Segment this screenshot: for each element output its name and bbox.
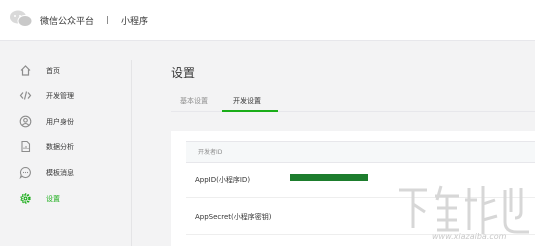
sidebar-divider xyxy=(131,60,132,246)
section-header-label: 开发者ID xyxy=(198,149,223,156)
sidebar-item-settings[interactable]: 设置 xyxy=(0,189,131,209)
watermark-url: www.xiazaiba.com xyxy=(432,232,507,241)
sidebar-item-user-identity[interactable]: 用户身份 xyxy=(0,112,131,132)
sidebar-item-dev-manage[interactable]: 开发管理 xyxy=(0,86,131,106)
appid-value-redacted xyxy=(290,174,368,181)
code-icon xyxy=(19,91,32,100)
chart-file-icon xyxy=(21,140,31,153)
sidebar-item-label: 数据分析 xyxy=(46,143,74,151)
sidebar-item-label: 设置 xyxy=(46,195,60,203)
user-icon xyxy=(19,115,32,128)
sidebar-item-data-analysis[interactable]: 数据分析 xyxy=(0,137,131,157)
sidebar-item-label: 模板消息 xyxy=(46,169,74,177)
sidebar-item-template-message[interactable]: 模板消息 xyxy=(0,163,131,183)
section-header: 开发者ID xyxy=(186,141,535,163)
sidebar-item-home[interactable]: 首页 xyxy=(0,61,131,81)
home-icon xyxy=(20,65,31,76)
sidebar-item-label: 开发管理 xyxy=(46,92,74,100)
page-title: 设置 xyxy=(171,66,196,80)
appsecret-label: AppSecret(小程序密钥) xyxy=(195,213,272,221)
wechat-logo-icon[interactable] xyxy=(9,10,33,28)
active-tab-indicator xyxy=(222,110,278,112)
top-bar: 微信公众平台 小程序 xyxy=(0,0,535,41)
tab-basic-settings[interactable]: 基本设置 xyxy=(180,96,208,106)
brand-title[interactable]: 微信公众平台 xyxy=(40,14,94,27)
sub-brand-title: 小程序 xyxy=(121,17,149,27)
sidebar-item-label: 用户身份 xyxy=(46,118,74,126)
sidebar-item-label: 首页 xyxy=(46,67,60,75)
header-divider xyxy=(107,16,108,24)
gear-icon xyxy=(20,193,31,204)
message-icon xyxy=(19,166,31,179)
tab-dev-settings[interactable]: 开发设置 xyxy=(233,96,261,106)
appid-label: AppID(小程序ID) xyxy=(195,176,251,184)
sidebar: 首页 开发管理 用户身份 数据分析 模板消息 设置 xyxy=(0,41,131,246)
